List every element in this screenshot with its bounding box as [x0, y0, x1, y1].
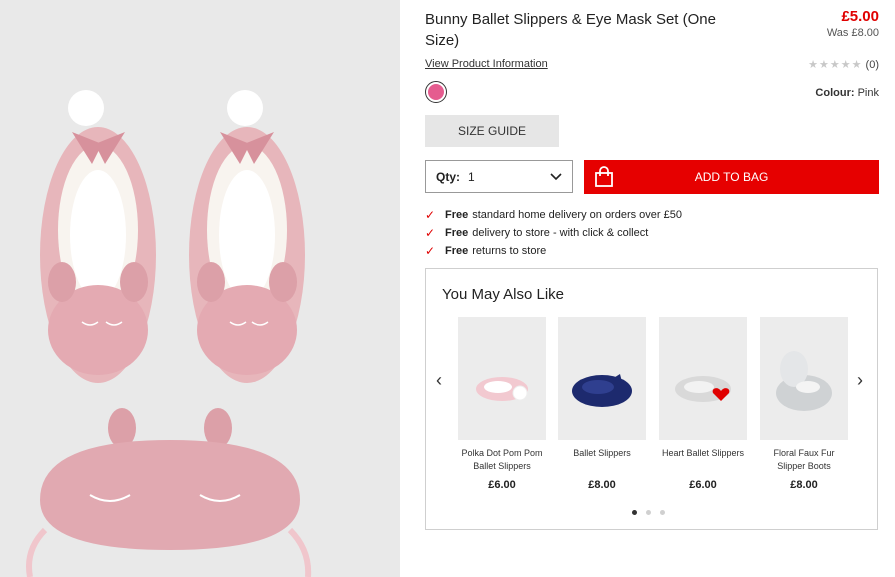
product-thumbnail[interactable]: [458, 317, 546, 440]
you-may-also-like-panel: You May Also Like ‹ › Polka Dot Pom Pom …: [425, 268, 878, 530]
product-thumbnail[interactable]: [659, 317, 747, 440]
recommendation-card[interactable]: Floral Faux Fur Slipper Boots £8.00: [760, 317, 848, 491]
chevron-down-icon: [550, 170, 562, 184]
carousel-next-icon[interactable]: ›: [857, 370, 863, 391]
quantity-select[interactable]: Qty: 1: [425, 160, 573, 193]
delivery-item: ✓ Free standard home delivery on orders …: [425, 208, 682, 222]
carousel-prev-icon[interactable]: ‹: [436, 370, 442, 391]
recommendation-card[interactable]: Ballet Slippers £8.00: [558, 317, 646, 491]
check-icon: ✓: [425, 208, 436, 222]
colour-label: Colour:: [815, 87, 855, 99]
qty-value: 1: [468, 169, 475, 184]
product-rating[interactable]: ★★★★★ (0): [808, 58, 879, 71]
carousel-dot-2[interactable]: [646, 510, 651, 515]
product-image[interactable]: [0, 0, 400, 577]
recommendation-price: £8.00: [588, 479, 616, 491]
colour-swatch-pink[interactable]: [425, 81, 447, 103]
price-block: £5.00 Was £8.00: [827, 8, 879, 40]
qty-label: Qty:: [436, 169, 460, 184]
recommendation-name: Heart Ballet Slippers: [661, 448, 745, 458]
product-thumbnail[interactable]: [558, 317, 646, 440]
colour-value: Pink: [857, 87, 879, 99]
delivery-item: ✓ Free returns to store: [425, 244, 547, 258]
recommendation-name: Polka Dot Pom Pom Ballet Slippers: [461, 448, 543, 471]
product-title: Bunny Ballet Slippers & Eye Mask Set (On…: [425, 11, 716, 49]
colour-info: Colour: Pink: [815, 87, 879, 99]
delivery-info-list: ✓ Free standard home delivery on orders …: [425, 206, 682, 260]
recommendation-price: £6.00: [488, 479, 516, 491]
recommendation-card[interactable]: Polka Dot Pom Pom Ballet Slippers £6.00: [458, 317, 546, 491]
you-may-also-like-heading: You May Also Like: [442, 286, 565, 303]
carousel-dot-3[interactable]: [660, 510, 665, 515]
carousel-dot-1[interactable]: [632, 510, 637, 515]
size-guide-button[interactable]: SIZE GUIDE: [425, 115, 559, 147]
check-icon: ✓: [425, 226, 436, 240]
recommendation-price: £8.00: [790, 479, 818, 491]
delivery-item: ✓ Free delivery to store - with click & …: [425, 226, 649, 240]
add-to-bag-label: ADD TO BAG: [694, 170, 769, 184]
carousel-pagination: [632, 510, 665, 515]
rating-count: (0): [865, 59, 879, 71]
view-product-information-link[interactable]: View Product Information: [425, 58, 548, 70]
recommendation-price: £6.00: [689, 479, 717, 491]
product-photo: [0, 0, 400, 577]
swatch-fill: [428, 84, 444, 100]
recommendation-card[interactable]: Heart Ballet Slippers £6.00: [659, 317, 747, 491]
shopping-bag-icon: [594, 166, 614, 191]
current-price: £5.00: [841, 8, 879, 25]
add-to-bag-button[interactable]: ADD TO BAG: [584, 160, 879, 194]
check-icon: ✓: [425, 244, 436, 258]
product-thumbnail[interactable]: [760, 317, 848, 440]
was-price: Was £8.00: [826, 27, 879, 39]
recommendation-name: Ballet Slippers: [573, 448, 631, 458]
star-rating-icon: ★★★★★: [808, 59, 863, 71]
recommendation-name: Floral Faux Fur Slipper Boots: [773, 448, 835, 471]
